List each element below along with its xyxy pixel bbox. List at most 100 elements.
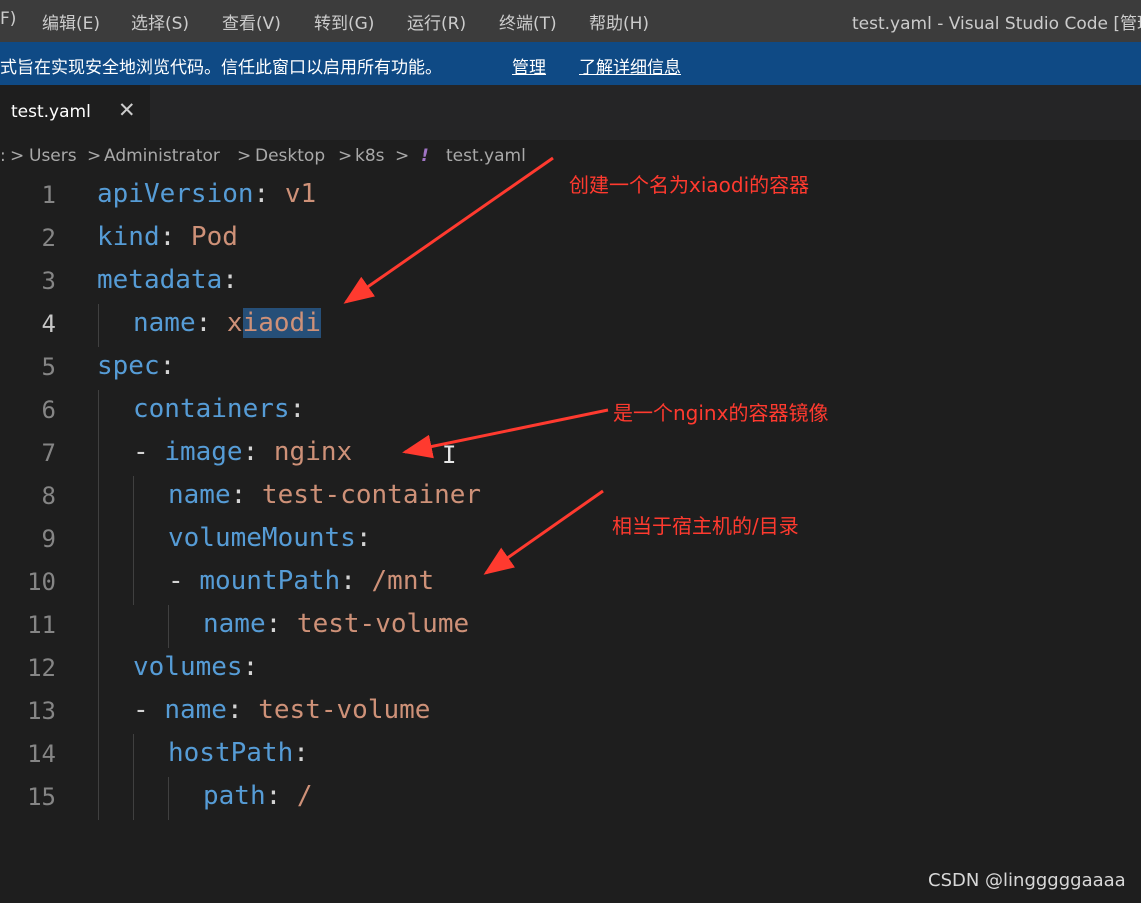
breadcrumb-administrator[interactable]: Administrator [104,146,220,166]
code-line: 2 kind: Pod [0,218,1141,261]
yaml-key: volumes [133,652,243,682]
menu-file[interactable]: F) [0,9,16,29]
breadcrumb-desktop[interactable]: Desktop [255,146,325,166]
code-line: 10 - mountPath: /mnt [0,562,1141,605]
yaml-value: / [281,781,313,811]
yaml-colon: : [265,609,282,639]
line-number: 12 [27,654,56,682]
line-number: 8 [41,482,56,510]
yaml-dash: - [133,695,165,725]
yaml-key: image [164,437,243,467]
yaml-colon: : [159,222,176,252]
banner-manage-link[interactable]: 管理 [512,53,546,78]
yaml-key: mountPath [199,566,341,596]
line-number: 14 [27,740,56,768]
annotation-host-dir: 相当于宿主机的/目录 [612,514,799,538]
line-number: 5 [41,353,56,381]
breadcrumb-drive[interactable]: : [0,146,6,166]
yaml-value: v1 [269,179,317,209]
breadcrumb-k8s[interactable]: k8s [355,146,385,166]
line-number: 2 [41,224,56,252]
yaml-key: metadata [97,265,223,295]
yaml-file-icon: ! [421,146,429,166]
line-number: 3 [41,267,56,295]
code-line: 14 hostPath: [0,734,1141,777]
yaml-value: test-volume [281,609,470,639]
breadcrumb-file[interactable]: test.yaml [446,146,526,166]
menu-run[interactable]: 运行(R) [407,9,466,34]
tab-test-yaml[interactable]: test.yaml ✕ [0,85,150,140]
yaml-key: hostPath [168,738,294,768]
line-number: 4 [41,310,56,338]
code-line: 13 - name: test-volume [0,691,1141,734]
line-number: 10 [27,568,56,596]
chevron-right-icon: > [338,146,353,166]
code-line: 8 name: test-container [0,476,1141,519]
menu-go[interactable]: 转到(G) [314,9,374,34]
yaml-key: volumeMounts [168,523,356,553]
yaml-colon: : [195,308,212,338]
chevron-right-icon: > [395,146,410,166]
line-number: 6 [41,396,56,424]
breadcrumb-users[interactable]: Users [29,146,77,166]
line-number: 13 [27,697,56,725]
menu-edit[interactable]: 编辑(E) [42,9,100,34]
yaml-key: name [168,480,231,510]
menu-bar: F) 编辑(E) 选择(S) 查看(V) 转到(G) 运行(R) 终端(T) 帮… [0,0,1141,42]
code-line: 11 name: test-volume [0,605,1141,648]
menu-view[interactable]: 查看(V) [222,9,281,34]
yaml-colon: : [226,695,243,725]
yaml-value: test-volume [242,695,431,725]
banner-learn-more-link[interactable]: 了解详细信息 [579,53,681,78]
editor-tab-bar: test.yaml ✕ [0,85,1141,140]
watermark: CSDN @lingggggaaaa [928,870,1126,891]
code-line-active: 4 name: xiaodi [0,304,1141,347]
line-number: 1 [41,181,56,209]
tab-label: test.yaml [11,102,91,122]
yaml-value: Pod [175,222,238,252]
yaml-key: kind [97,222,160,252]
code-line: 5 spec: [0,347,1141,390]
yaml-key: name [133,308,196,338]
yaml-key: apiVersion [97,179,254,209]
yaml-colon: : [253,179,270,209]
code-line: 3 metadata: [0,261,1141,304]
code-line: 9 volumeMounts: [0,519,1141,562]
yaml-key: name [203,609,266,639]
code-line: 12 volumes: [0,648,1141,691]
yaml-colon: : [293,738,309,768]
yaml-colon: : [222,265,238,295]
yaml-colon: : [355,523,372,553]
yaml-key: spec [97,351,160,381]
menu-help[interactable]: 帮助(H) [589,9,649,34]
line-number: 9 [41,525,56,553]
yaml-colon: : [265,781,282,811]
line-number: 7 [41,439,56,467]
window-title: test.yaml - Visual Studio Code [管理 [852,14,1141,34]
yaml-value: test-container [246,480,482,510]
banner-message: 式旨在实现安全地浏览代码。信任此窗口以启用所有功能。 [0,58,442,78]
yaml-key: path [203,781,266,811]
menu-selection[interactable]: 选择(S) [131,9,189,34]
close-icon[interactable]: ✕ [118,98,136,122]
line-number: 15 [27,783,56,811]
code-line: 6 containers: [0,390,1141,433]
yaml-dash: - [168,566,200,596]
text-selection: iaodi [242,308,321,338]
yaml-value: x [211,308,243,338]
menu-terminal[interactable]: 终端(T) [499,9,557,34]
chevron-right-icon: > [87,146,102,166]
code-line: 15 path: / [0,777,1141,820]
yaml-value: /mnt [355,566,435,596]
annotation-nginx-image: 是一个nginx的容器镜像 [613,401,829,425]
yaml-colon: : [289,394,306,424]
yaml-colon: : [340,566,356,596]
chevron-right-icon: > [10,146,25,166]
annotation-container-name: 创建一个名为xiaodi的容器 [569,173,810,197]
restricted-mode-banner: 式旨在实现安全地浏览代码。信任此窗口以启用所有功能。 管理 了解详细信息 [0,42,1141,85]
yaml-colon: : [242,652,259,682]
yaml-key: name [164,695,227,725]
yaml-colon: : [159,351,176,381]
chevron-right-icon: > [237,146,252,166]
yaml-dash: - [133,437,165,467]
